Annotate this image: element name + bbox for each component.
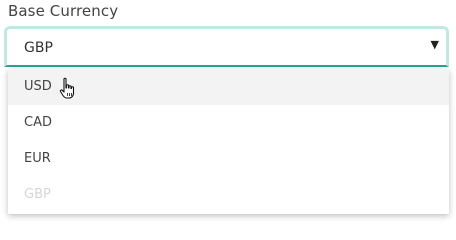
option-label: EUR bbox=[24, 151, 51, 166]
currency-select-widget: Base Currency GBP ▼ USD CAD EUR GBP bbox=[0, 0, 456, 217]
caret-down-icon[interactable]: ▼ bbox=[431, 38, 439, 51]
selected-value: GBP bbox=[24, 40, 53, 56]
option-label: USD bbox=[24, 79, 52, 94]
option-label: CAD bbox=[24, 115, 52, 130]
hand-pointer-icon bbox=[59, 77, 75, 99]
option-usd[interactable]: USD bbox=[8, 69, 449, 105]
option-label: GBP bbox=[24, 187, 51, 202]
option-gbp: GBP bbox=[8, 177, 449, 213]
base-currency-select[interactable]: GBP ▼ bbox=[4, 26, 449, 67]
field-label: Base Currency bbox=[8, 2, 119, 20]
option-eur[interactable]: EUR bbox=[8, 141, 449, 177]
currency-dropdown-menu: USD CAD EUR GBP bbox=[8, 69, 449, 214]
option-cad[interactable]: CAD bbox=[8, 105, 449, 141]
